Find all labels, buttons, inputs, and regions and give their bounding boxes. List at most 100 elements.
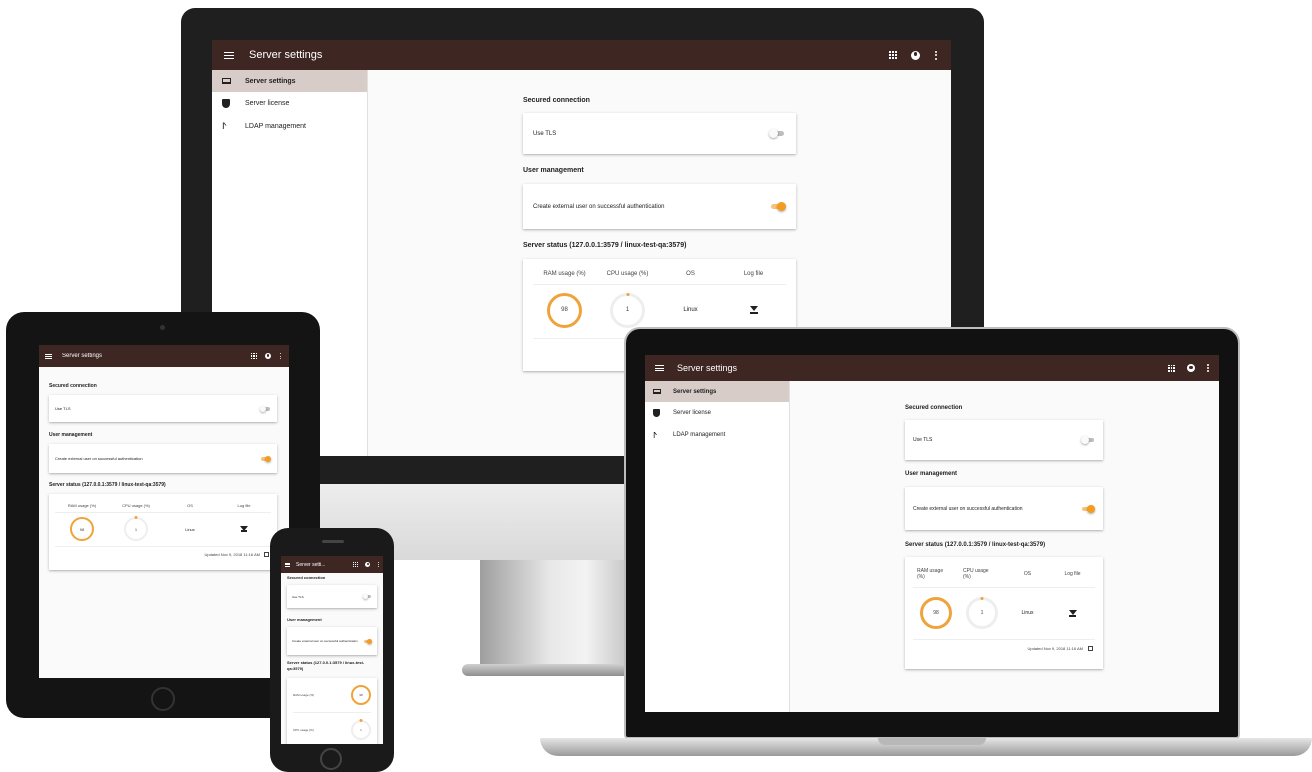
sidebar-item-ldap-management[interactable]: ⵤ LDAP management <box>212 115 367 138</box>
calendar-icon[interactable] <box>264 552 269 557</box>
calendar-icon[interactable] <box>1088 646 1093 651</box>
menu-icon[interactable] <box>655 365 664 371</box>
table-row: 98 1 Linux <box>913 595 1095 631</box>
section-title-user-management: User management <box>523 167 584 174</box>
os-value: Linux <box>683 307 698 313</box>
ram-usage-header: RAM usage (%) <box>67 503 97 508</box>
download-icon[interactable] <box>1069 610 1076 617</box>
cpu-usage-header: CPU usage (%) <box>122 503 150 508</box>
use-tls-card: Use TLS <box>287 585 377 608</box>
create-external-user-label: Create external user on successful authe… <box>55 456 143 461</box>
divider <box>55 546 271 547</box>
os-value: Linux <box>185 526 195 532</box>
create-external-user-label: Create external user on successful authe… <box>292 639 358 643</box>
cpu-usage-gauge: 1 <box>966 597 998 629</box>
laptop-icon <box>222 78 231 84</box>
menu-icon[interactable] <box>285 562 290 567</box>
divider <box>913 587 1095 588</box>
create-external-user-card: Create external user on successful authe… <box>905 487 1103 530</box>
app-bar: Server settings <box>212 40 951 70</box>
apps-grid-icon[interactable] <box>1168 364 1175 372</box>
os-header: OS <box>187 503 193 508</box>
cpu-usage-header: CPU usage (%) <box>606 271 649 277</box>
cpu-usage-gauge: 1 <box>124 517 148 541</box>
apps-grid-icon[interactable] <box>353 562 358 567</box>
sidebar-item-label: Server license <box>245 100 290 107</box>
status-table-header: RAM usage (%) CPU usage (%) OS Log file <box>913 568 1095 580</box>
download-icon[interactable] <box>749 306 758 314</box>
app-title: Server setti... <box>296 561 326 568</box>
shield-icon <box>653 409 660 417</box>
ram-usage-header: RAM usage (%) <box>293 693 315 697</box>
create-external-user-toggle[interactable] <box>769 202 786 211</box>
os-value: Linux <box>1021 610 1034 616</box>
section-title-user-management: User management <box>287 617 322 622</box>
ram-usage-row: RAM usage (%) 98 <box>293 683 371 707</box>
section-title-server-status: Server status (127.0.0.1:3579 / linux-te… <box>905 542 1046 548</box>
section-title-user-management: User management <box>49 432 93 438</box>
cpu-usage-header: CPU usage (%) <box>293 728 314 732</box>
table-row: 98 1 Linux <box>55 516 271 542</box>
create-external-user-toggle[interactable] <box>363 638 372 644</box>
os-header: OS <box>686 271 695 277</box>
sidebar-item-server-license[interactable]: Server license <box>645 402 789 424</box>
account-circle-icon[interactable] <box>365 562 370 567</box>
more-vert-icon[interactable] <box>1207 364 1209 372</box>
cpu-usage-row: CPU usage (%) 1 <box>293 718 371 742</box>
use-tls-toggle[interactable] <box>260 405 271 412</box>
laptop-notch <box>878 738 986 745</box>
tablet-home-button <box>151 687 175 711</box>
phone-screen: Server setti... Secured connection Use T… <box>281 556 383 744</box>
cpu-usage-header: CPU usage (%) <box>959 568 1005 580</box>
divider <box>55 512 271 513</box>
apps-grid-icon[interactable] <box>251 353 257 359</box>
app-title: Server settings <box>249 49 323 61</box>
status-table-header: RAM usage (%) CPU usage (%) OS Log file <box>533 271 786 277</box>
ram-usage-gauge: 98 <box>547 292 582 328</box>
more-vert-icon[interactable] <box>279 353 281 359</box>
create-external-user-toggle[interactable] <box>260 455 271 462</box>
server-status-card: RAM usage (%) CPU usage (%) OS Log file … <box>49 494 277 570</box>
sidebar-item-server-settings[interactable]: Server settings <box>645 381 789 402</box>
create-external-user-card: Create external user on successful authe… <box>523 184 796 229</box>
app-bar: Server settings <box>39 345 289 367</box>
section-title-secured-connection: Secured connection <box>49 383 97 389</box>
apps-grid-icon[interactable] <box>889 51 897 59</box>
updated-timestamp: Updated Nov 9, 2018 11:16 AM <box>204 552 260 557</box>
log-file-header: Log file <box>237 503 251 508</box>
more-vert-icon[interactable] <box>934 50 937 60</box>
sidebar-item-ldap-management[interactable]: ⵤ LDAP management <box>645 424 789 446</box>
app-bar: Server setti... <box>281 556 383 573</box>
sidebar-item-label: LDAP management <box>245 123 306 130</box>
ram-usage-gauge: 98 <box>351 685 371 705</box>
section-title-secured-connection: Secured connection <box>905 405 963 411</box>
menu-icon[interactable] <box>224 51 234 59</box>
download-icon[interactable] <box>241 526 247 532</box>
create-external-user-toggle[interactable] <box>1081 504 1095 513</box>
cpu-usage-gauge: 1 <box>610 292 645 328</box>
updated-timestamp-row: Updated Nov 9, 2018 11:16 AM <box>1027 646 1093 651</box>
more-vert-icon[interactable] <box>377 562 379 567</box>
account-circle-icon[interactable] <box>1187 364 1195 372</box>
create-external-user-card: Create external user on successful authe… <box>49 444 277 473</box>
account-circle-icon[interactable] <box>911 50 920 60</box>
use-tls-toggle[interactable] <box>1081 436 1095 444</box>
create-external-user-label: Create external user on successful authe… <box>533 203 665 210</box>
table-row: 98 1 Linux <box>533 292 786 328</box>
account-circle-icon[interactable] <box>265 353 271 359</box>
divider <box>913 639 1095 640</box>
section-title-secured-connection: Secured connection <box>523 97 590 104</box>
sidebar-item-server-settings[interactable]: Server settings <box>212 70 367 92</box>
log-file-header: Log file <box>1064 571 1081 577</box>
section-title-user-management: User management <box>905 471 958 477</box>
status-table-header: RAM usage (%) CPU usage (%) OS Log file <box>55 503 271 508</box>
sidebar: Server settings Server license ⵤ LDAP ma… <box>645 381 790 712</box>
menu-icon[interactable] <box>45 353 52 359</box>
use-tls-toggle[interactable] <box>363 594 372 599</box>
section-title-secured-connection: Secured connection <box>287 575 326 580</box>
sidebar-item-label: Server settings <box>673 388 717 395</box>
phone-home-button <box>320 748 342 770</box>
use-tls-toggle[interactable] <box>769 129 786 138</box>
app-title: Server settings <box>677 363 738 373</box>
sidebar-item-server-license[interactable]: Server license <box>212 92 367 115</box>
